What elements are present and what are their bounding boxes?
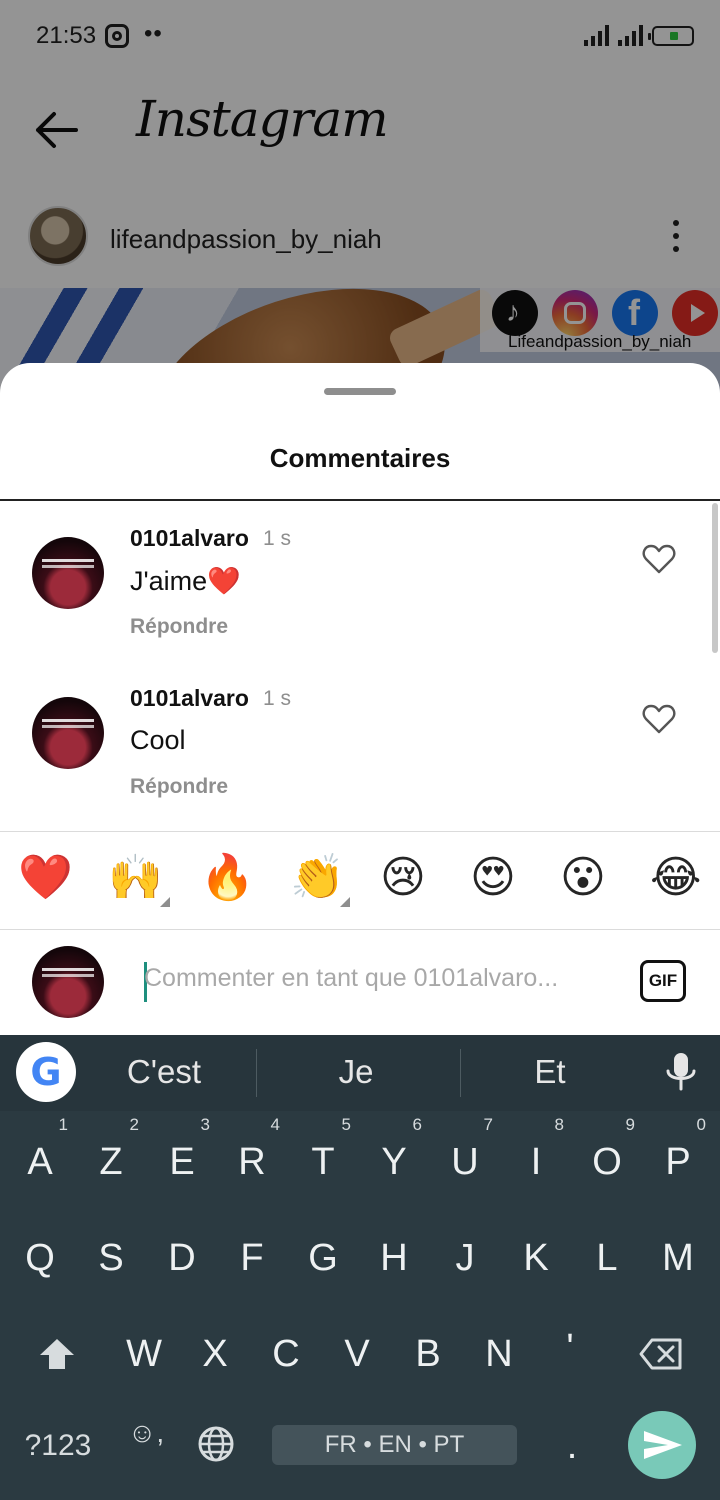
- key-z[interactable]: Z2: [81, 1115, 141, 1197]
- key-w[interactable]: W: [114, 1319, 174, 1389]
- key-n[interactable]: N: [469, 1319, 529, 1389]
- comment-item: 0101alvaro 1 s J'aime❤️ Répondre: [0, 503, 700, 653]
- reply-button[interactable]: Répondre: [130, 615, 228, 639]
- comment-input[interactable]: [144, 964, 614, 993]
- key-g[interactable]: G: [293, 1223, 353, 1293]
- divider: [460, 1049, 461, 1097]
- key-u[interactable]: U7: [435, 1115, 495, 1197]
- key-p[interactable]: P0: [648, 1115, 708, 1197]
- emoji-fire-button[interactable]: 🔥: [200, 853, 255, 903]
- background-app: 21:53 •• Instagram lifeandpassion_by_nia…: [0, 0, 720, 420]
- key-s[interactable]: S: [81, 1223, 141, 1293]
- suggestion-item[interactable]: Et: [480, 1053, 620, 1091]
- divider: [256, 1049, 257, 1097]
- key-a[interactable]: A1: [10, 1115, 70, 1197]
- dim-overlay[interactable]: [0, 0, 720, 420]
- scrollbar[interactable]: [712, 503, 718, 653]
- comment-composer: GIF: [0, 930, 720, 1035]
- key-m[interactable]: M: [648, 1223, 708, 1293]
- current-user-avatar: [32, 946, 104, 1018]
- key-q[interactable]: Q: [10, 1223, 70, 1293]
- microphone-icon[interactable]: [664, 1051, 698, 1095]
- key-y[interactable]: Y6: [364, 1115, 424, 1197]
- emoji-clapping-button[interactable]: 👏: [290, 853, 345, 903]
- send-button[interactable]: [628, 1411, 696, 1479]
- shift-icon[interactable]: [38, 1337, 76, 1371]
- comments-sheet: Commentaires 0101alvaro 1 s J'aime❤️ Rép…: [0, 363, 720, 1035]
- emoji-heart-button[interactable]: ❤️: [18, 853, 73, 903]
- symbols-key[interactable]: ?123: [16, 1411, 100, 1481]
- google-g-icon[interactable]: G: [16, 1042, 76, 1102]
- suggestion-bar: G C'est Je Et: [0, 1035, 720, 1111]
- like-heart-icon[interactable]: [642, 543, 676, 575]
- keyboard: G C'est Je Et A1 Z2 E3 R4 T5 Y6 U7 I8 O9…: [0, 1035, 720, 1500]
- divider: [0, 831, 720, 832]
- comment-text: J'aime❤️: [130, 566, 241, 596]
- key-l[interactable]: L: [577, 1223, 637, 1293]
- skin-tone-indicator-icon: [340, 897, 350, 907]
- key-b[interactable]: B: [398, 1319, 458, 1389]
- comment-username[interactable]: 0101alvaro: [130, 685, 249, 712]
- comment-username[interactable]: 0101alvaro: [130, 525, 249, 552]
- send-icon: [644, 1431, 682, 1459]
- quick-emoji-bar: ❤️ 🙌 🔥 👏 😢 😍 😮 😂: [0, 837, 720, 923]
- commenter-avatar[interactable]: [32, 537, 104, 609]
- key-apostrophe[interactable]: ': [540, 1313, 600, 1383]
- key-k[interactable]: K: [506, 1223, 566, 1293]
- key-j[interactable]: J: [435, 1223, 495, 1293]
- emoji-laughing-button[interactable]: 😂: [650, 853, 701, 903]
- like-heart-icon[interactable]: [642, 703, 676, 735]
- emoji-crying-button[interactable]: 😢: [380, 853, 426, 903]
- divider: [0, 499, 720, 501]
- key-e[interactable]: E3: [152, 1115, 212, 1197]
- comment-time: 1 s: [263, 527, 292, 550]
- key-h[interactable]: H: [364, 1223, 424, 1293]
- key-period[interactable]: .: [542, 1411, 602, 1481]
- emoji-surprised-button[interactable]: 😮: [560, 853, 606, 903]
- sheet-title: Commentaires: [269, 443, 451, 473]
- commenter-avatar[interactable]: [32, 697, 104, 769]
- backspace-icon[interactable]: [638, 1337, 684, 1371]
- key-d[interactable]: D: [152, 1223, 212, 1293]
- skin-tone-indicator-icon: [160, 897, 170, 907]
- gif-button[interactable]: GIF: [640, 960, 686, 1002]
- key-i[interactable]: I8: [506, 1115, 566, 1197]
- sheet-drag-handle[interactable]: [324, 388, 396, 395]
- reply-button[interactable]: Répondre: [130, 775, 228, 799]
- globe-icon[interactable]: [197, 1425, 235, 1463]
- comment-time: 1 s: [263, 687, 292, 710]
- comment-item: 0101alvaro 1 s Cool Répondre: [0, 663, 700, 813]
- suggestion-item[interactable]: C'est: [94, 1053, 234, 1091]
- comment-text: Cool: [130, 725, 186, 755]
- key-v[interactable]: V: [327, 1319, 387, 1389]
- emoji-comma-key[interactable]: ☺,: [116, 1405, 176, 1475]
- spacebar[interactable]: FR • EN • PT: [272, 1425, 517, 1465]
- key-f[interactable]: F: [222, 1223, 282, 1293]
- key-o[interactable]: O9: [577, 1115, 637, 1197]
- key-r[interactable]: R4: [222, 1115, 282, 1197]
- suggestion-item[interactable]: Je: [286, 1053, 426, 1091]
- key-c[interactable]: C: [256, 1319, 316, 1389]
- key-x[interactable]: X: [185, 1319, 245, 1389]
- key-t[interactable]: T5: [293, 1115, 353, 1197]
- emoji-raising-hands-button[interactable]: 🙌: [108, 853, 163, 903]
- emoji-heart-eyes-button[interactable]: 😍: [470, 853, 516, 903]
